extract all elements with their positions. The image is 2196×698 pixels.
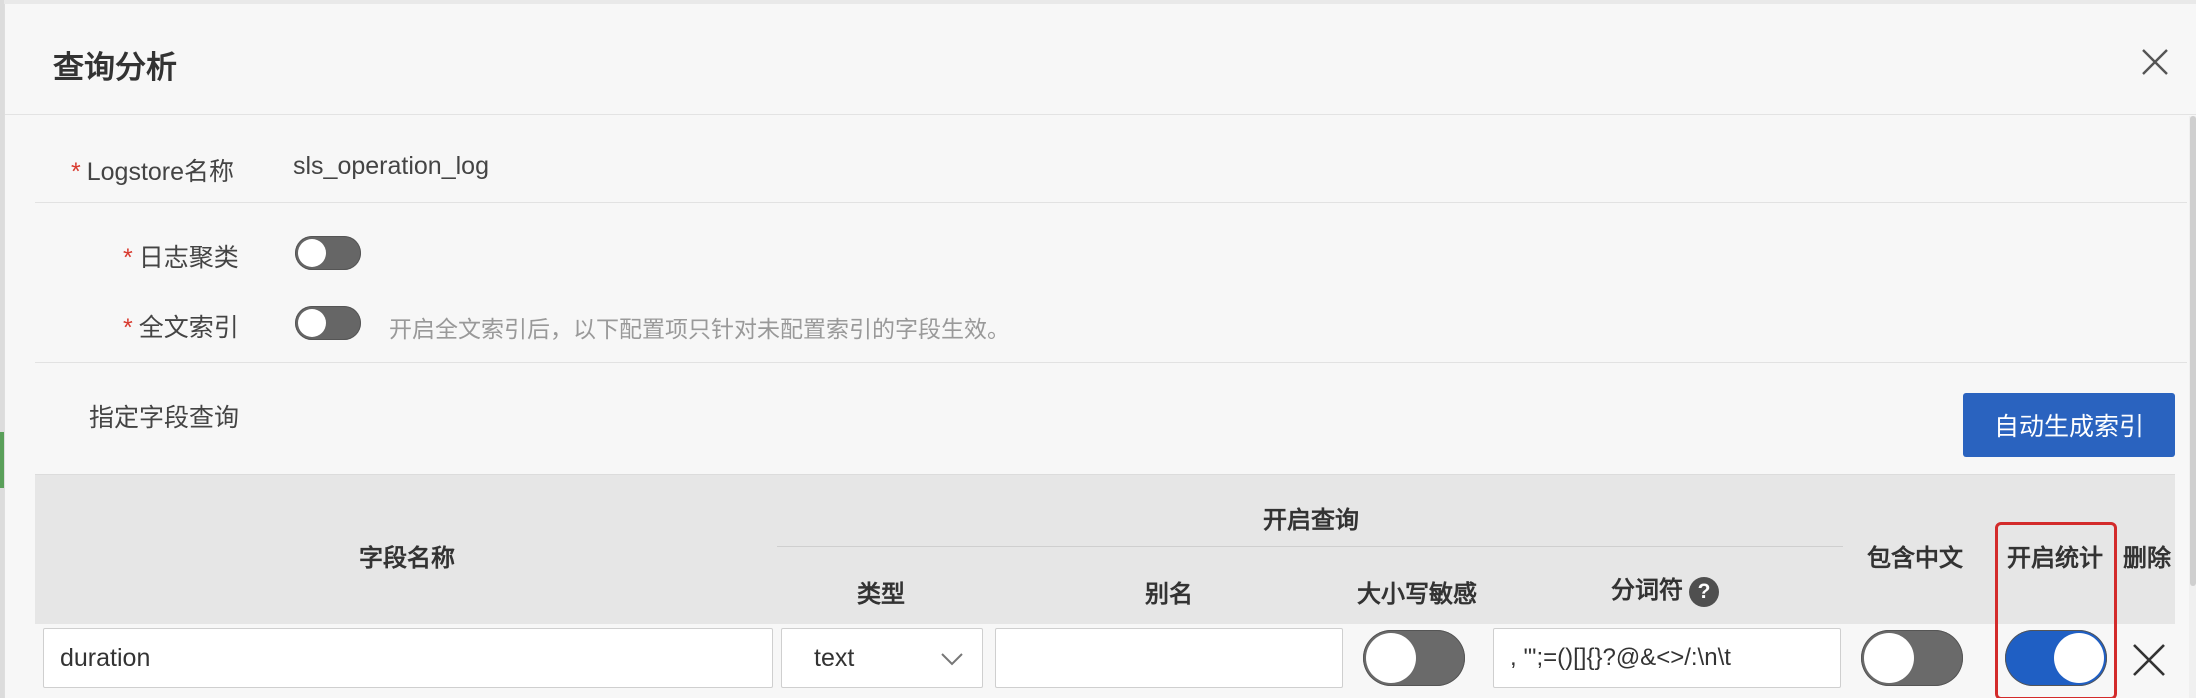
case-sensitive-toggle[interactable] (1363, 630, 1465, 686)
dialog-title: 查询分析 (53, 50, 177, 85)
fulltext-index-label: * 全文索引 (123, 314, 239, 342)
field-query-label: 指定字段查询 (89, 404, 240, 432)
field-name-input[interactable]: duration (43, 628, 773, 688)
help-icon[interactable]: ? (1689, 576, 1719, 607)
dialog-scrollbar[interactable] (2189, 116, 2196, 698)
col-field-name: 字段名称 (359, 545, 455, 572)
col-delete: 删除 (2123, 545, 2171, 572)
log-cluster-toggle[interactable] (295, 236, 361, 270)
chevron-down-icon (941, 653, 963, 666)
include-chinese-toggle[interactable] (1861, 630, 1963, 686)
col-tokenizer: 分词符? (1611, 570, 1719, 607)
col-case-sensitive: 大小写敏感 (1357, 581, 1477, 608)
divider (35, 362, 2187, 363)
col-enable-query: 开启查询 (1263, 507, 1359, 534)
col-include-chinese: 包含中文 (1867, 545, 1963, 572)
col-alias: 别名 (1145, 581, 1193, 608)
logstore-name-value: sls_operation_log (293, 152, 489, 180)
highlight-box (1995, 522, 2117, 698)
tokenizer-input[interactable]: , '";=()[]{}?@&<>/:\n\t (1493, 628, 1841, 688)
fulltext-hint: 开启全文索引后，以下配置项只针对未配置索引的字段生效。 (389, 316, 1010, 342)
dialog-header: 查询分析 (5, 4, 2196, 115)
divider (35, 202, 2187, 203)
logstore-name-label: * Logstore名称 (71, 158, 235, 186)
type-select[interactable]: text (781, 628, 983, 688)
auto-generate-index-button[interactable]: 自动生成索引 (1963, 393, 2175, 457)
field-table-header (35, 474, 2175, 625)
fulltext-index-toggle[interactable] (295, 306, 361, 340)
close-icon[interactable] (2139, 46, 2171, 78)
delete-icon[interactable] (2131, 642, 2167, 678)
type-select-value: text (814, 644, 855, 672)
header-group-line (777, 546, 1843, 547)
query-analysis-dialog: 查询分析 * Logstore名称 sls_operation_log * 日志聚类… (4, 4, 2196, 698)
col-type: 类型 (857, 581, 905, 608)
alias-input[interactable] (995, 628, 1343, 688)
log-cluster-label: * 日志聚类 (123, 244, 239, 272)
